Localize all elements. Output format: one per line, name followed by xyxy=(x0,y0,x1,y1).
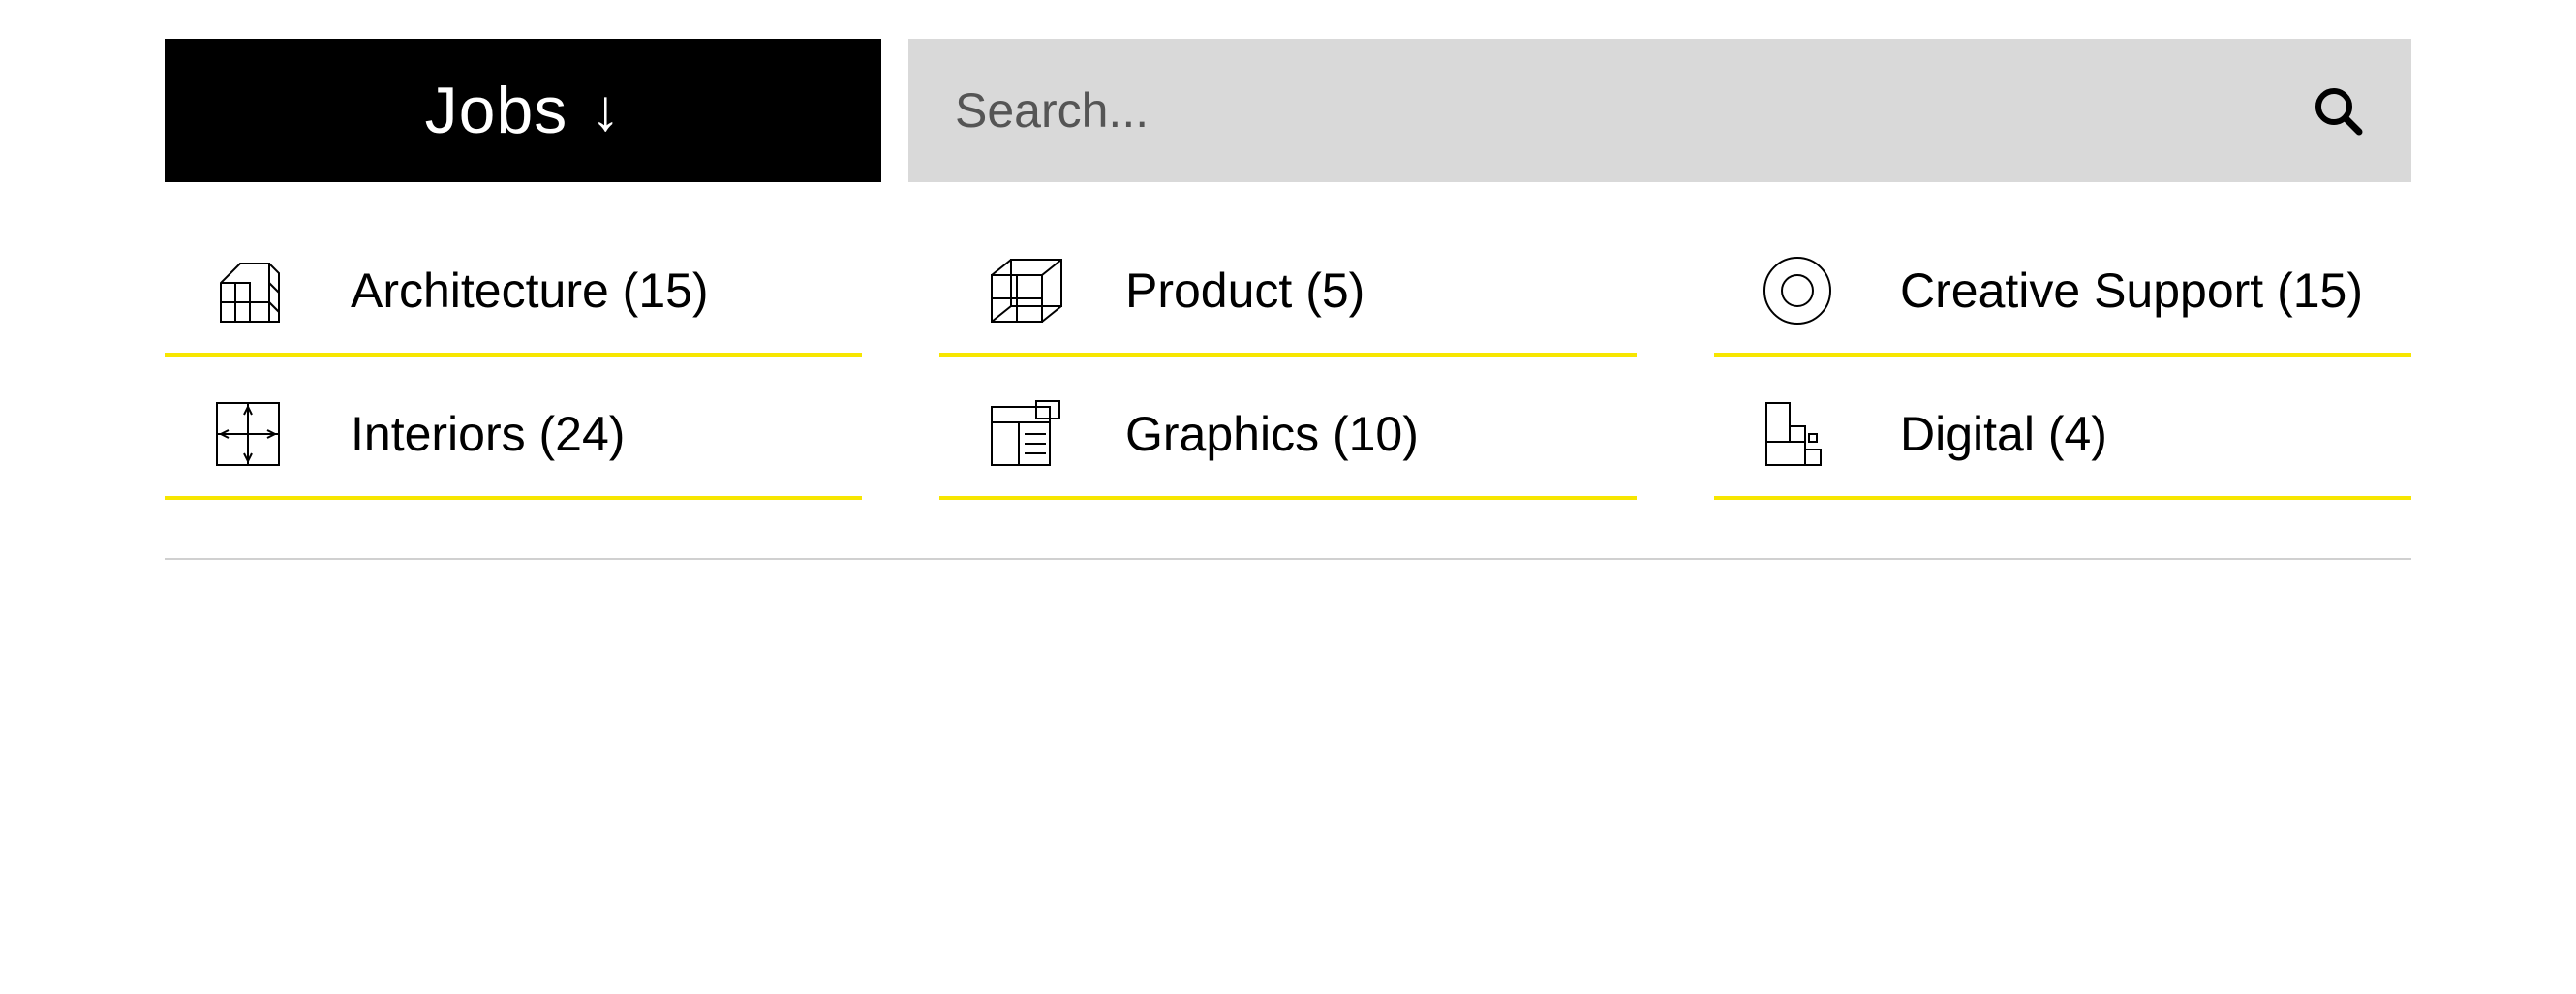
search-icon[interactable] xyxy=(2311,83,2365,138)
jobs-dropdown-label: Jobs xyxy=(425,73,568,148)
arrow-down-icon: ↓ xyxy=(591,81,621,140)
modular-blocks-icon xyxy=(1761,395,1854,473)
building-wireframe-icon xyxy=(211,252,304,329)
top-bar: Jobs ↓ xyxy=(165,39,2411,182)
layout-page-icon xyxy=(986,395,1079,473)
category-graphics[interactable]: Graphics (10) xyxy=(939,380,1637,500)
search-container xyxy=(908,39,2411,182)
categories-grid: Architecture (15) Product (5) Creative S xyxy=(165,236,2411,500)
category-product[interactable]: Product (5) xyxy=(939,236,1637,357)
search-input[interactable] xyxy=(955,82,2311,139)
category-creative-support[interactable]: Creative Support (15) xyxy=(1714,236,2411,357)
category-label: Product (5) xyxy=(1125,263,1365,319)
category-label: Architecture (15) xyxy=(351,263,709,319)
category-label: Creative Support (15) xyxy=(1900,263,2363,319)
category-label: Digital (4) xyxy=(1900,406,2107,462)
room-arrows-icon xyxy=(211,395,304,473)
category-label: Graphics (10) xyxy=(1125,406,1419,462)
cube-wireframe-icon xyxy=(986,252,1079,329)
category-architecture[interactable]: Architecture (15) xyxy=(165,236,862,357)
category-interiors[interactable]: Interiors (24) xyxy=(165,380,862,500)
section-divider xyxy=(165,558,2411,560)
category-label: Interiors (24) xyxy=(351,406,625,462)
jobs-dropdown[interactable]: Jobs ↓ xyxy=(165,39,881,182)
concentric-circles-icon xyxy=(1761,252,1854,329)
category-digital[interactable]: Digital (4) xyxy=(1714,380,2411,500)
